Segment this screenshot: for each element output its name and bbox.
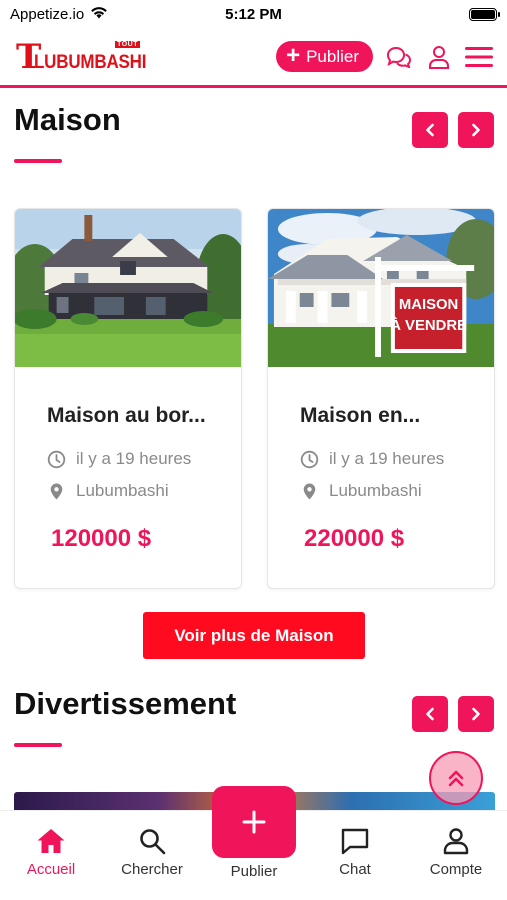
section-underline <box>14 743 62 747</box>
chevron-left-icon <box>426 707 434 721</box>
publish-button[interactable]: + Publier <box>276 41 373 72</box>
tab-chercher[interactable]: Chercher <box>107 827 197 878</box>
clock-icon <box>47 450 66 468</box>
listing-time: il y a 19 heures <box>47 449 191 469</box>
menu-icon[interactable] <box>465 43 493 71</box>
user-icon[interactable] <box>425 43 453 71</box>
chevron-left-icon <box>426 123 434 137</box>
listing-location-text: Lubumbashi <box>329 481 422 500</box>
status-left: Appetize.io <box>10 6 108 23</box>
listing-location-text: Lubumbashi <box>76 481 169 500</box>
chat-icon[interactable] <box>385 43 413 71</box>
tab-label: Publier <box>230 863 278 880</box>
wifi-icon <box>90 6 108 23</box>
listing-location: Lubumbashi <box>47 481 169 501</box>
location-pin-icon <box>303 483 316 499</box>
chevron-right-icon <box>472 123 480 137</box>
listing-card[interactable]: MAISON À VENDRE Maison en... il y a 19 h… <box>267 208 495 589</box>
top-navbar: T LUBUMBASHI TOUT + Publier <box>0 28 507 88</box>
carrier-label: Appetize.io <box>10 5 85 23</box>
tab-accueil[interactable]: Accueil <box>6 827 96 878</box>
listing-time-text: il y a 19 heures <box>329 449 445 468</box>
search-icon <box>140 829 166 855</box>
tab-chat[interactable]: Chat <box>310 827 400 878</box>
prev-button[interactable] <box>412 696 448 732</box>
section-underline <box>14 159 62 163</box>
tab-compte[interactable]: Compte <box>411 827 501 878</box>
sign-text-line1: MAISON <box>399 296 458 313</box>
house-photo: MAISON À VENDRE <box>268 209 494 367</box>
logo-word: LUBUMBASHI <box>34 50 147 72</box>
navbar-actions: + Publier <box>276 41 493 72</box>
listing-title: Maison au bor... <box>47 404 206 427</box>
app-logo[interactable]: T LUBUMBASHI TOUT <box>16 39 146 75</box>
user-icon <box>443 828 469 855</box>
next-button[interactable] <box>458 696 494 732</box>
next-button[interactable] <box>458 112 494 148</box>
publish-label: Publier <box>306 46 359 66</box>
listing-card[interactable]: Maison au bor... il y a 19 heures Lubumb… <box>14 208 242 589</box>
section-title-divertissement: Divertissement <box>14 686 237 721</box>
tab-label: Chercher <box>121 861 183 878</box>
scroll-top-button[interactable] <box>429 751 483 805</box>
listing-title: Maison en... <box>300 404 421 427</box>
tab-publier[interactable] <box>212 786 296 858</box>
house-photo <box>15 209 241 367</box>
double-chevron-up-icon <box>448 770 464 787</box>
logo-badge: TOUT <box>115 40 140 48</box>
location-pin-icon <box>50 483 63 499</box>
plus-icon <box>242 810 266 834</box>
prev-button[interactable] <box>412 112 448 148</box>
plus-icon: + <box>286 41 301 69</box>
listing-time-text: il y a 19 heures <box>76 449 192 468</box>
chat-icon <box>341 828 369 855</box>
chevron-right-icon <box>472 707 480 721</box>
home-icon <box>37 829 65 853</box>
tab-label: Chat <box>339 861 371 878</box>
clock-icon <box>300 450 319 468</box>
listing-time: il y a 19 heures <box>300 449 444 469</box>
listing-price: 120000 $ <box>51 525 152 552</box>
battery-icon <box>469 7 500 21</box>
sign-text-line2: À VENDRE <box>390 317 467 334</box>
tab-label: Accueil <box>26 861 76 878</box>
bottom-tab-bar: Accueil Chercher Publier Chat Compte <box>0 786 507 900</box>
listing-location: Lubumbashi <box>300 481 422 501</box>
status-bar: Appetize.io 5:12 PM <box>0 0 507 28</box>
tab-label: Compte <box>429 861 483 878</box>
see-more-button[interactable]: Voir plus de Maison <box>143 612 365 659</box>
listing-price: 220000 $ <box>304 525 405 552</box>
section-title-maison: Maison <box>14 102 121 137</box>
